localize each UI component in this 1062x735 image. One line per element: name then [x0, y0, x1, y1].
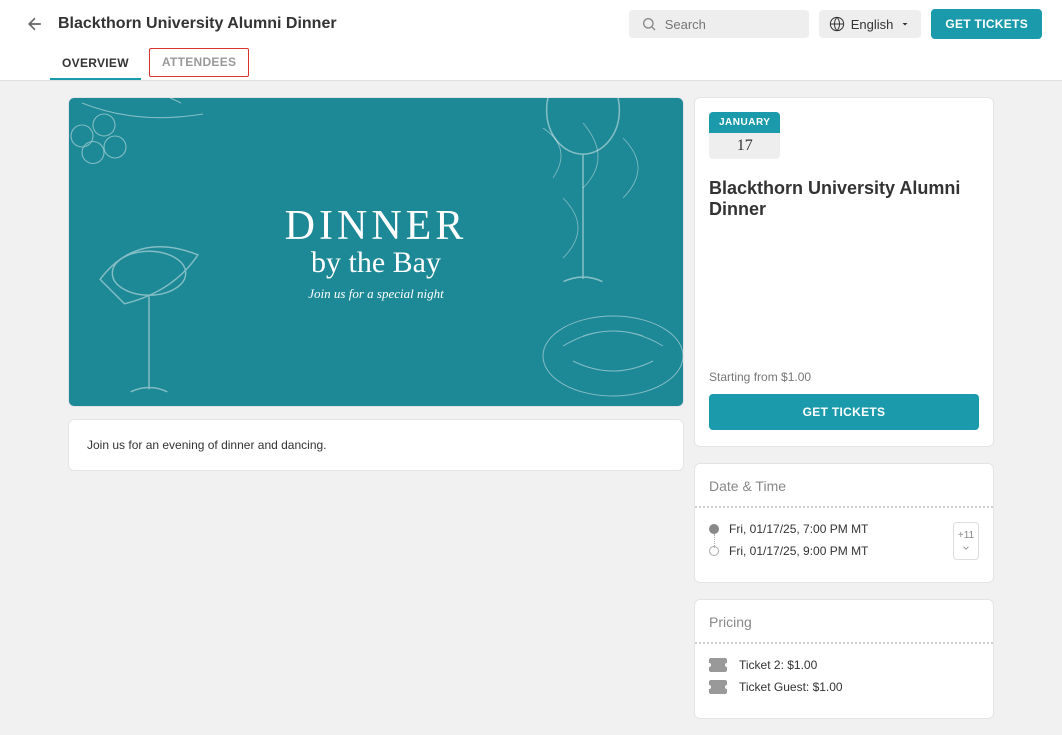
pricing-item-label: Ticket Guest: $1.00 [739, 680, 843, 694]
pricing-item: Ticket 2: $1.00 [709, 658, 979, 672]
ticket-icon [709, 658, 727, 672]
tab-overview[interactable]: OVERVIEW [50, 48, 141, 80]
language-label: English [851, 17, 894, 32]
language-selector[interactable]: English [819, 10, 922, 38]
ticket-icon [709, 680, 727, 694]
end-datetime: Fri, 01/17/25, 9:00 PM MT [729, 544, 868, 558]
pricing-card: Pricing Ticket 2: $1.00 Ticket Guest: $1… [694, 599, 994, 719]
datetime-heading: Date & Time [709, 478, 979, 494]
tab-attendees[interactable]: ATTENDEES [149, 48, 249, 77]
search-input[interactable] [665, 17, 797, 32]
chevron-down-icon [899, 18, 911, 30]
search-box[interactable] [629, 10, 809, 38]
start-datetime: Fri, 01/17/25, 7:00 PM MT [729, 522, 868, 536]
hero-image: DINNER by the Bay Join us for a special … [69, 98, 683, 406]
calendar-badge: +11 [958, 530, 974, 541]
event-summary-card: JANUARY 17 Blackthorn University Alumni … [694, 97, 994, 447]
globe-icon [829, 16, 845, 32]
add-to-calendar-button[interactable]: +11 [953, 522, 979, 560]
page-title: Blackthorn University Alumni Dinner [58, 15, 337, 33]
pricing-item: Ticket Guest: $1.00 [709, 680, 979, 694]
hero-subtitle: by the Bay [285, 246, 468, 280]
event-description: Join us for an evening of dinner and dan… [87, 438, 327, 452]
date-chip-month: JANUARY [709, 112, 780, 133]
hero-title: DINNER [285, 202, 468, 250]
datetime-card: Date & Time Fri, 01/17/25, 7:00 PM MT Fr… [694, 463, 994, 583]
search-icon [641, 16, 657, 32]
hero-tagline: Join us for a special night [285, 286, 468, 302]
chevron-down-icon [961, 543, 971, 553]
start-bullet-icon [709, 524, 719, 534]
description-card: Join us for an evening of dinner and dan… [68, 419, 684, 471]
get-tickets-button[interactable]: GET TICKETS [931, 9, 1042, 39]
event-title: Blackthorn University Alumni Dinner [709, 178, 979, 220]
date-chip: JANUARY 17 [709, 112, 780, 159]
hero-card: DINNER by the Bay Join us for a special … [68, 97, 684, 407]
get-tickets-main-button[interactable]: GET TICKETS [709, 394, 979, 430]
date-chip-day: 17 [709, 133, 780, 159]
pricing-item-label: Ticket 2: $1.00 [739, 658, 817, 672]
price-starting: Starting from $1.00 [709, 370, 979, 384]
back-button[interactable] [20, 9, 50, 39]
pricing-heading: Pricing [709, 614, 979, 630]
